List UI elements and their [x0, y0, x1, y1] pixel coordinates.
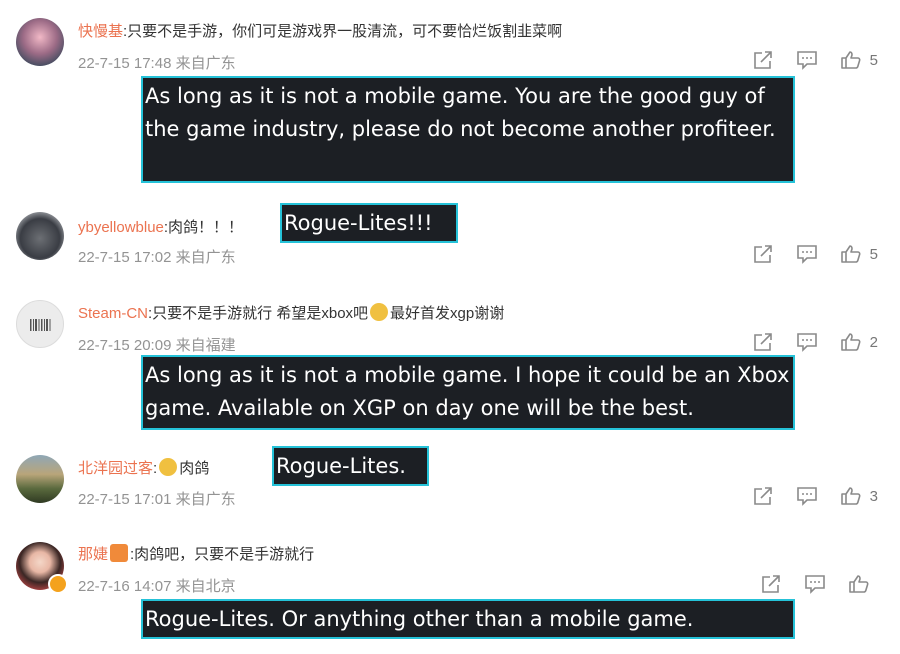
comment-text: :只要不是手游，你们可是游戏界一股清流，可不要恰烂饭割韭菜啊 [123, 23, 563, 40]
share-icon [753, 333, 772, 351]
comment-item: 北洋园过客: 肉鸽 22-7-15 17:01 来自广东 3 Rogue-Lite… [0, 440, 900, 530]
comment-meta: 22-7-15 17:01 来自广东 [78, 491, 236, 508]
comment-text-continued: 肉鸽 [179, 460, 210, 477]
share-button[interactable] [752, 332, 774, 352]
comment-icon [805, 575, 825, 594]
like-button[interactable]: 5 [840, 50, 878, 70]
share-icon [762, 575, 780, 593]
username-link[interactable]: 北洋园过客 [78, 460, 153, 477]
like-button[interactable]: 2 [840, 332, 878, 352]
vip-crown-icon [110, 544, 129, 562]
translation-caption: Rogue-Lites!!! [280, 203, 458, 243]
comment-icon [796, 245, 817, 264]
action-bar: 5 [730, 244, 878, 264]
avatar[interactable] [16, 455, 64, 503]
like-icon [849, 575, 869, 593]
action-bar: 3 [730, 486, 878, 506]
comment-text: :肉鸽吧，只要不是手游就行 [130, 546, 315, 563]
comment-button[interactable] [804, 574, 826, 594]
action-bar: 5 [730, 50, 878, 70]
share-icon [753, 487, 772, 505]
comment-button[interactable] [796, 332, 818, 352]
like-icon [840, 333, 861, 351]
comment-text: :只要不是手游就行 希望是xbox吧 [148, 305, 369, 322]
like-count: 3 [869, 487, 878, 505]
doge-emoji-icon [159, 458, 178, 476]
share-button[interactable] [752, 486, 774, 506]
like-icon [840, 487, 861, 505]
action-bar: 2 [730, 332, 878, 352]
comment-meta: 22-7-15 17:48 来自广东 [78, 55, 236, 72]
comment-text-line: 那婕 :肉鸽吧，只要不是手游就行 [78, 543, 314, 564]
comment-button[interactable] [796, 486, 818, 506]
comment-icon [796, 487, 817, 506]
comment-meta: 22-7-15 17:02 来自广东 [78, 249, 236, 266]
comment-text-line: ybyellowblue:肉鸽！！！ [78, 216, 243, 237]
comment-meta: 22-7-16 14:07 来自北京 [78, 578, 236, 595]
comment-item: 快慢基:只要不是手游，你们可是游戏界一股清流，可不要恰烂饭割韭菜啊 22-7-1… [0, 0, 900, 190]
like-button[interactable] [848, 574, 878, 594]
share-icon [753, 245, 772, 263]
like-button[interactable]: 5 [840, 244, 878, 264]
comment-text-continued: 最好首发xgp谢谢 [390, 305, 505, 322]
comment-text: :肉鸽！！！ [163, 219, 244, 236]
comment-icon [796, 333, 817, 352]
share-icon [753, 51, 772, 69]
username-link[interactable]: ybyellowblue [78, 219, 164, 236]
comment-button[interactable] [796, 244, 818, 264]
username-link[interactable]: 那婕 [78, 546, 108, 563]
like-icon [840, 51, 861, 69]
comment-meta: 22-7-15 20:09 来自福建 [78, 337, 236, 354]
avatar[interactable] [16, 212, 64, 260]
like-count: 5 [869, 51, 878, 69]
comment-text-line: 快慢基:只要不是手游，你们可是游戏界一股清流，可不要恰烂饭割韭菜啊 [78, 20, 562, 41]
translation-caption: As long as it is not a mobile game. You … [141, 76, 795, 183]
doge-emoji-icon [370, 303, 389, 321]
barcode-icon [30, 319, 51, 331]
like-button[interactable]: 3 [840, 486, 878, 506]
comment-item: Steam-CN:只要不是手游就行 希望是xbox吧 最好首发xgp谢谢 22-7… [0, 284, 900, 434]
comment-text: : [153, 460, 158, 477]
translation-caption: As long as it is not a mobile game. I ho… [141, 355, 795, 430]
action-bar [738, 574, 878, 594]
share-button[interactable] [752, 244, 774, 264]
share-button[interactable] [760, 574, 782, 594]
avatar[interactable] [16, 18, 64, 66]
comment-button[interactable] [796, 50, 818, 70]
like-icon [840, 245, 861, 263]
translation-caption: Rogue-Lites. Or anything other than a mo… [141, 599, 795, 639]
username-link[interactable]: 快慢基 [78, 23, 123, 40]
like-count: 2 [869, 333, 878, 351]
comment-item: 那婕 :肉鸽吧，只要不是手游就行 22-7-16 14:07 来自北京 Rogue… [0, 532, 900, 654]
comment-icon [796, 51, 817, 70]
comment-text-line: Steam-CN:只要不是手游就行 希望是xbox吧 最好首发xgp谢谢 [78, 302, 504, 323]
comment-item: ybyellowblue:肉鸽！！！ 22-7-15 17:02 来自广东 5 … [0, 196, 900, 286]
translation-caption: Rogue-Lites. [272, 446, 429, 486]
username-link[interactable]: Steam-CN [78, 305, 148, 322]
comment-text-line: 北洋园过客: 肉鸽 [78, 457, 209, 478]
verified-badge-icon [48, 574, 68, 594]
avatar[interactable] [16, 300, 64, 348]
share-button[interactable] [752, 50, 774, 70]
like-count: 5 [869, 245, 878, 263]
